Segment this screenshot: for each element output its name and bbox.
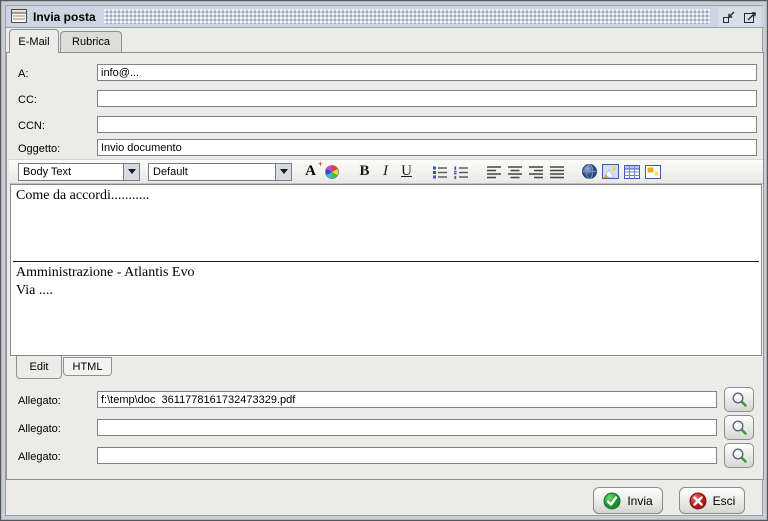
signature-line-1: Amministrazione - Atlantis Evo	[16, 265, 195, 280]
align-center-icon	[507, 165, 522, 178]
email-tab-panel: A: CC: CCN: Oggetto: Body Text Default A…	[6, 52, 764, 480]
align-right-button[interactable]	[525, 162, 546, 182]
maximize-window-button[interactable]	[742, 9, 758, 25]
bulleted-list-button[interactable]	[429, 162, 450, 182]
tab-email-label: E-Mail	[18, 35, 50, 48]
font-size-icon: A +	[305, 159, 323, 179]
exit-x-icon	[689, 492, 707, 509]
justify-icon	[549, 165, 564, 178]
insert-image-icon	[602, 164, 619, 179]
bulleted-list-icon	[432, 166, 447, 178]
tab-email[interactable]: E-Mail	[9, 29, 59, 53]
text-color-wheel-icon	[324, 164, 339, 179]
align-left-icon	[486, 165, 501, 178]
paragraph-style-combo[interactable]: Body Text	[18, 162, 140, 181]
combo-arrow-icon	[275, 163, 291, 180]
allegato-label-1: Allegato:	[18, 395, 61, 407]
tab-rubrica[interactable]: Rubrica	[60, 31, 122, 52]
title-bar: Invia posta	[6, 6, 764, 28]
invia-button-label: Invia	[627, 493, 653, 508]
bold-button[interactable]: B	[354, 162, 375, 182]
italic-button[interactable]: I	[375, 162, 396, 182]
a-label: A:	[18, 68, 29, 80]
allegato-input-1[interactable]	[97, 391, 717, 408]
format-toolbar: Body Text Default A + B I U	[9, 159, 763, 184]
tab-html-label: HTML	[72, 360, 103, 373]
magnifier-icon	[731, 420, 747, 435]
align-center-button[interactable]	[504, 162, 525, 182]
paragraph-style-value: Body Text	[23, 165, 72, 178]
allegato-input-3[interactable]	[97, 447, 717, 464]
insert-link-button[interactable]	[579, 162, 600, 182]
align-left-button[interactable]	[483, 162, 504, 182]
oggetto-input[interactable]	[97, 139, 757, 156]
insert-object-button[interactable]	[642, 162, 663, 182]
window-title: Invia posta	[33, 9, 96, 24]
italic-icon: I	[383, 163, 388, 179]
esci-button-label: Esci	[712, 493, 736, 508]
allegato-label-3: Allegato:	[18, 451, 61, 463]
magnifier-icon	[731, 448, 747, 463]
combo-arrow-icon	[123, 163, 139, 180]
signature-line-2: Via ....	[16, 283, 53, 298]
app-window-icon	[11, 9, 27, 23]
text-color-button[interactable]	[321, 162, 342, 182]
bold-icon: B	[359, 163, 370, 179]
invia-posta-window: Invia posta E-Mail Rubrica A: info@... C…	[0, 0, 768, 521]
signature-divider	[13, 261, 759, 262]
browse-attachment-button-2[interactable]	[724, 415, 754, 440]
magnifier-icon	[731, 392, 747, 407]
maximize-icon	[744, 11, 756, 23]
justify-button[interactable]	[546, 162, 567, 182]
font-family-combo[interactable]: Default	[148, 162, 292, 181]
invia-button[interactable]: Invia	[593, 487, 663, 514]
titlebar-texture	[103, 9, 710, 24]
globe-link-icon	[582, 164, 597, 179]
oggetto-label: Oggetto:	[18, 143, 61, 155]
ccn-input[interactable]	[97, 116, 757, 133]
font-family-value: Default	[153, 165, 188, 178]
font-size-button[interactable]: A +	[300, 159, 323, 182]
tab-html-view[interactable]: HTML	[63, 357, 112, 376]
cc-label: CC:	[18, 94, 37, 106]
underline-icon: U	[401, 163, 412, 179]
send-check-icon	[603, 492, 621, 509]
body-line: Come da accordi...........	[16, 188, 150, 203]
numbered-list-icon	[453, 166, 468, 179]
allegato-label-2: Allegato:	[18, 423, 61, 435]
window-controls	[718, 6, 761, 27]
numbered-list-button[interactable]	[450, 162, 471, 182]
browse-attachment-button-3[interactable]	[724, 443, 754, 468]
restore-window-button[interactable]	[721, 9, 737, 25]
allegato-input-2[interactable]	[97, 419, 717, 436]
a-input[interactable]	[97, 64, 757, 81]
insert-table-icon	[623, 164, 640, 179]
insert-image-button[interactable]	[600, 162, 621, 182]
browse-attachment-button-1[interactable]	[724, 387, 754, 412]
tab-rubrica-label: Rubrica	[72, 36, 110, 48]
underline-button[interactable]: U	[396, 162, 417, 182]
align-right-icon	[528, 165, 543, 178]
tab-edit-view[interactable]: Edit	[16, 356, 62, 379]
tab-edit-label: Edit	[29, 361, 49, 373]
insert-object-icon	[644, 164, 661, 179]
restore-icon	[723, 11, 735, 23]
insert-table-button[interactable]	[621, 162, 642, 182]
cc-input[interactable]	[97, 90, 757, 107]
ccn-label: CCN:	[18, 120, 45, 132]
esci-button[interactable]: Esci	[679, 487, 745, 514]
message-body-editor[interactable]: Come da accordi........... Amministrazio…	[10, 184, 762, 356]
